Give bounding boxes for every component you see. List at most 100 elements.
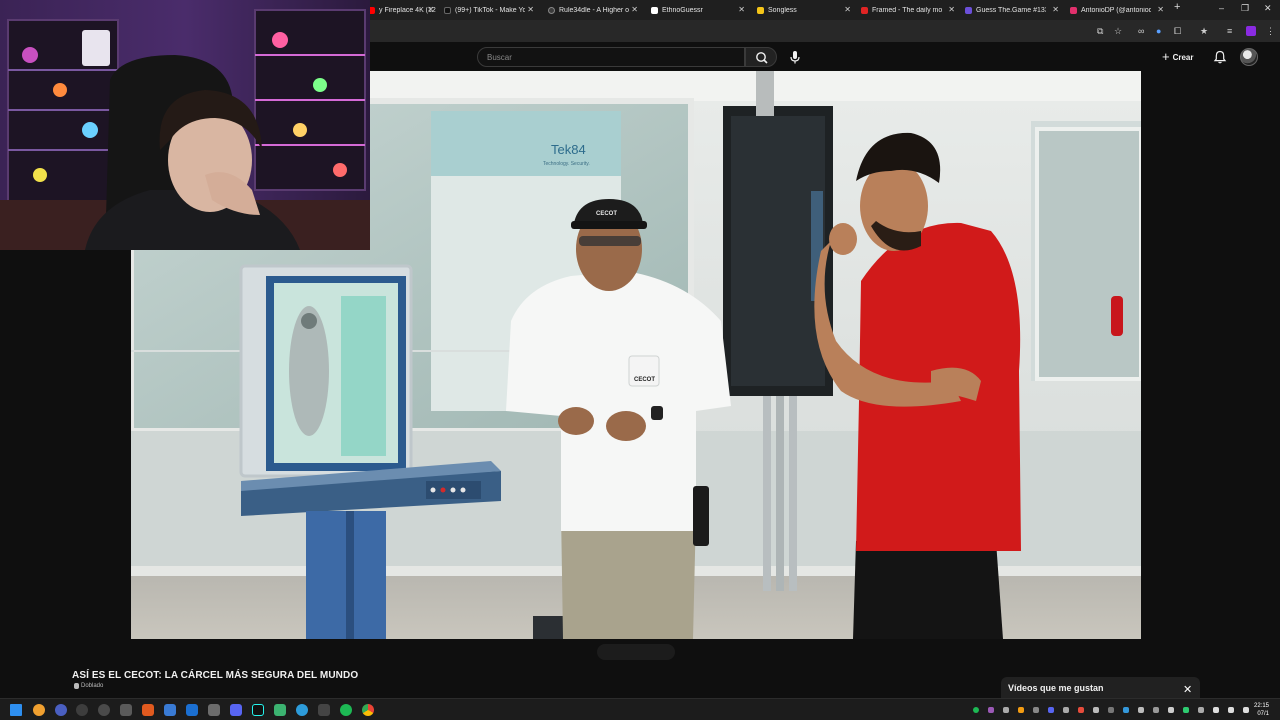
taskbar-app-icon[interactable]: [142, 704, 154, 716]
tray-icon[interactable]: [1198, 707, 1204, 713]
close-window-button[interactable]: ✕: [1264, 3, 1272, 14]
browser-tab[interactable]: EthnoGuessr ✕: [647, 2, 751, 18]
windows-start-icon[interactable]: [10, 704, 22, 716]
tab-favicon-icon: [861, 6, 868, 14]
browser-tab[interactable]: y Fireplace 4K (12 ✕: [364, 2, 440, 18]
taskbar-app-icon[interactable]: [164, 704, 176, 716]
tray-icon[interactable]: [1108, 707, 1114, 713]
tray-icon[interactable]: [1168, 707, 1174, 713]
dub-audio-icon: [74, 683, 79, 689]
create-label: Crear: [1172, 52, 1194, 62]
browser-tab[interactable]: Guess The.Game #1334 ✕: [961, 2, 1065, 18]
screen-subtitle-text: Technology. Security.: [543, 161, 590, 167]
tab-close-icon[interactable]: ✕: [1157, 5, 1164, 14]
close-icon[interactable]: ✕: [1183, 685, 1192, 696]
menu-kebab-icon[interactable]: ⋮: [1266, 25, 1275, 37]
maximize-button[interactable]: ❐: [1241, 3, 1249, 14]
search-icon[interactable]: [33, 704, 45, 716]
bookmarks-icon[interactable]: ★: [1200, 25, 1208, 37]
extension-icon[interactable]: ∞: [1138, 25, 1144, 37]
tab-close-icon[interactable]: ✕: [1052, 5, 1059, 14]
tab-favicon-icon: [1070, 6, 1077, 14]
taskbar-app-icon[interactable]: [296, 704, 308, 716]
dubbed-label: Doblado: [81, 683, 104, 689]
browser-tab[interactable]: Framed - The daily movie ✕: [857, 2, 961, 18]
tab-label: Guess The.Game #1334: [976, 6, 1046, 14]
tab-close-icon[interactable]: ✕: [738, 5, 745, 14]
taskbar-app-icon[interactable]: [76, 704, 88, 716]
extension-icon[interactable]: ●: [1156, 25, 1161, 37]
browser-tab[interactable]: (99+) TikTok - Make Your ✕: [440, 2, 540, 18]
video-controls-bar[interactable]: [597, 644, 675, 660]
shirt-logo-text: CECOT: [634, 377, 655, 383]
new-tab-button[interactable]: +: [1174, 1, 1180, 13]
voice-search-button[interactable]: [786, 48, 804, 66]
battery-icon[interactable]: [1243, 707, 1249, 713]
volume-icon[interactable]: [1228, 707, 1234, 713]
webcam-frame: [0, 0, 370, 250]
taskbar-app-icon[interactable]: [120, 704, 132, 716]
taskbar-app-icon[interactable]: [98, 704, 110, 716]
create-button[interactable]: + Crear: [1162, 49, 1194, 65]
tab-close-icon[interactable]: ✕: [427, 5, 434, 14]
clock-date: 07/1: [1257, 711, 1270, 717]
tray-icon[interactable]: [1003, 707, 1009, 713]
cap-logo-text: CECOT: [596, 211, 617, 217]
bookmark-star-icon[interactable]: ☆: [1114, 25, 1122, 37]
media-icon[interactable]: ≡: [1227, 25, 1232, 37]
tab-favicon-icon: [757, 6, 764, 14]
tray-icon[interactable]: [1093, 707, 1099, 713]
taskbar-app-icon[interactable]: [274, 704, 286, 716]
tab-label: Framed - The daily movie: [872, 6, 942, 14]
tray-icon[interactable]: [973, 707, 979, 713]
liked-videos-panel[interactable]: Vídeos que me gustan ✕: [1001, 677, 1200, 699]
browser-tab[interactable]: Songless ✕: [753, 2, 857, 18]
browser-tab[interactable]: AntonioDP (@antoniodie ✕: [1066, 2, 1170, 18]
tab-label: AntonioDP (@antoniodie: [1081, 6, 1151, 14]
tray-icon[interactable]: [1018, 707, 1024, 713]
tray-icon[interactable]: [1078, 707, 1084, 713]
tab-label: (99+) TikTok - Make Your: [455, 6, 525, 14]
tab-close-icon[interactable]: ✕: [631, 5, 638, 14]
tab-close-icon[interactable]: ✕: [527, 5, 534, 14]
tray-icon[interactable]: [1153, 707, 1159, 713]
tab-favicon-icon: [548, 6, 555, 14]
search-button[interactable]: [745, 47, 777, 67]
plus-icon: +: [1162, 49, 1170, 64]
tray-icon[interactable]: [1123, 707, 1129, 713]
chrome-icon[interactable]: [362, 704, 374, 716]
liked-videos-title: Vídeos que me gustan: [1008, 683, 1104, 693]
notifications-button[interactable]: [1212, 49, 1228, 65]
taskbar-app-icon[interactable]: [186, 704, 198, 716]
taskbar-clock[interactable]: 22:15 07/1: [1254, 702, 1269, 718]
tab-label: Songless: [768, 6, 797, 14]
tray-icon[interactable]: [1063, 707, 1069, 713]
tab-close-icon[interactable]: ✕: [844, 5, 851, 14]
browser-tab[interactable]: Rule34dle - A Higher or L ✕: [544, 2, 644, 18]
profile-icon[interactable]: [1246, 26, 1256, 36]
tray-icon[interactable]: [1033, 707, 1039, 713]
extensions-puzzle-icon[interactable]: ⧠: [1174, 25, 1181, 37]
search-input[interactable]: Buscar: [477, 47, 745, 67]
tiktok-icon[interactable]: [252, 704, 264, 716]
tab-favicon-icon: [651, 6, 658, 14]
minimize-button[interactable]: –: [1219, 3, 1224, 13]
video-title: ASÍ ES EL CECOT: LA CÁRCEL MÁS SEGURA DE…: [72, 670, 359, 681]
tab-close-icon[interactable]: ✕: [948, 5, 955, 14]
tab-label: Rule34dle - A Higher or L: [559, 6, 629, 14]
taskbar-app-icon[interactable]: [318, 704, 330, 716]
tray-icon[interactable]: [988, 707, 994, 713]
install-app-icon[interactable]: ⧉: [1097, 25, 1103, 37]
tray-icon[interactable]: [1183, 707, 1189, 713]
bell-icon: [1213, 50, 1227, 64]
mic-icon: [790, 51, 800, 64]
wifi-icon[interactable]: [1213, 707, 1219, 713]
tray-icon[interactable]: [1138, 707, 1144, 713]
taskbar-app-icon[interactable]: [55, 704, 67, 716]
spotify-icon[interactable]: [340, 704, 352, 716]
taskbar-app-icon[interactable]: [208, 704, 220, 716]
windows-taskbar: 22:15 07/1: [0, 698, 1280, 720]
discord-icon[interactable]: [230, 704, 242, 716]
account-avatar[interactable]: [1240, 48, 1258, 66]
tray-icon[interactable]: [1048, 707, 1054, 713]
